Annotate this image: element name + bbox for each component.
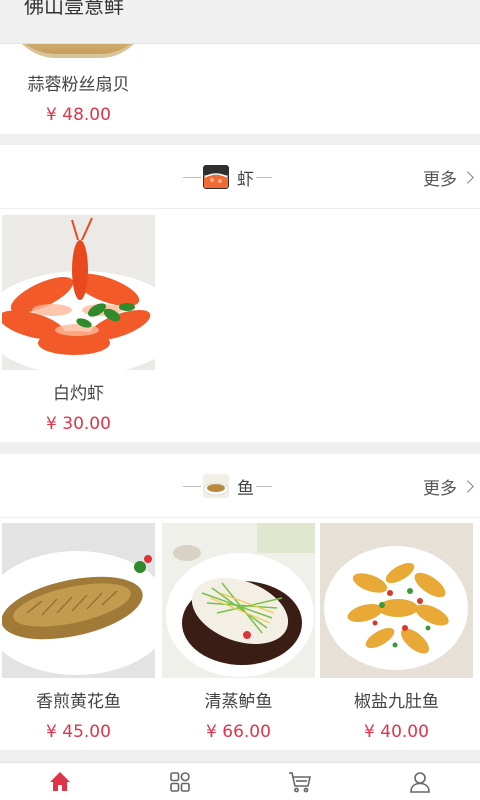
page-title: 佛山壹意鲜 xyxy=(24,0,124,18)
product-card[interactable]: 椒盐九肚鱼 ¥ 40.00 xyxy=(320,523,473,742)
divider-line xyxy=(183,176,201,178)
divider-line xyxy=(256,485,272,487)
bottom-nav xyxy=(0,762,480,800)
product-price: ¥ 40.00 xyxy=(364,722,429,742)
product-price: ¥ 30.00 xyxy=(46,414,111,434)
product-card[interactable]: 清蒸鲈鱼 ¥ 66.00 xyxy=(162,523,315,742)
product-price: ¥ 66.00 xyxy=(206,722,271,742)
category-header: 鱼 更多 xyxy=(0,454,480,518)
home-icon xyxy=(50,771,70,791)
user-icon xyxy=(410,771,430,793)
product-name[interactable]: 蒜蓉粉丝扇贝 xyxy=(2,70,155,95)
product-name[interactable]: 清蒸鲈鱼 xyxy=(162,687,315,712)
chevron-right-icon xyxy=(461,480,474,493)
nav-user[interactable] xyxy=(360,763,480,800)
category-section-shrimp: 虾 更多 白灼虾 ¥ 30.00 xyxy=(0,145,480,442)
nav-category[interactable] xyxy=(120,763,240,800)
app-header: 佛山壹意鲜 xyxy=(0,0,480,44)
fish-category-icon xyxy=(203,474,229,498)
divider-line xyxy=(256,176,272,178)
product-name[interactable]: 香煎黄花鱼 xyxy=(2,687,155,712)
product-price: ¥ 45.00 xyxy=(46,722,111,742)
category-header: 虾 更多 xyxy=(0,145,480,209)
product-image-salt-pepper-fish[interactable] xyxy=(320,523,473,678)
product-image-yellow-croaker[interactable] xyxy=(2,523,155,678)
product-name[interactable]: 椒盐九肚鱼 xyxy=(320,687,473,712)
divider-line xyxy=(183,485,201,487)
chevron-right-icon xyxy=(461,171,474,184)
more-label: 更多 xyxy=(423,479,457,499)
product-card[interactable]: 白灼虾 ¥ 30.00 xyxy=(2,215,155,434)
more-link-fish[interactable]: 更多 xyxy=(423,474,474,499)
shrimp-category-icon xyxy=(203,165,229,189)
category-icon xyxy=(170,771,190,792)
category-section-fish: 鱼 更多 香煎黄花鱼 ¥ 45.00 清蒸鲈鱼 ¥ 66.00 椒盐九肚鱼 ¥ … xyxy=(0,454,480,750)
product-image-steamed-bass[interactable] xyxy=(162,523,315,678)
more-link-shrimp[interactable]: 更多 xyxy=(423,165,474,190)
product-image-shrimp[interactable] xyxy=(2,215,155,370)
nav-home[interactable] xyxy=(0,763,120,800)
nav-cart[interactable] xyxy=(240,763,360,800)
product-card[interactable]: 香煎黄花鱼 ¥ 45.00 xyxy=(2,523,155,742)
product-name[interactable]: 白灼虾 xyxy=(2,379,155,404)
more-label: 更多 xyxy=(423,170,457,190)
category-label: 虾 xyxy=(237,169,254,190)
product-price: ¥ 48.00 xyxy=(46,105,111,125)
cart-icon xyxy=(289,771,311,792)
category-label: 鱼 xyxy=(237,478,254,499)
